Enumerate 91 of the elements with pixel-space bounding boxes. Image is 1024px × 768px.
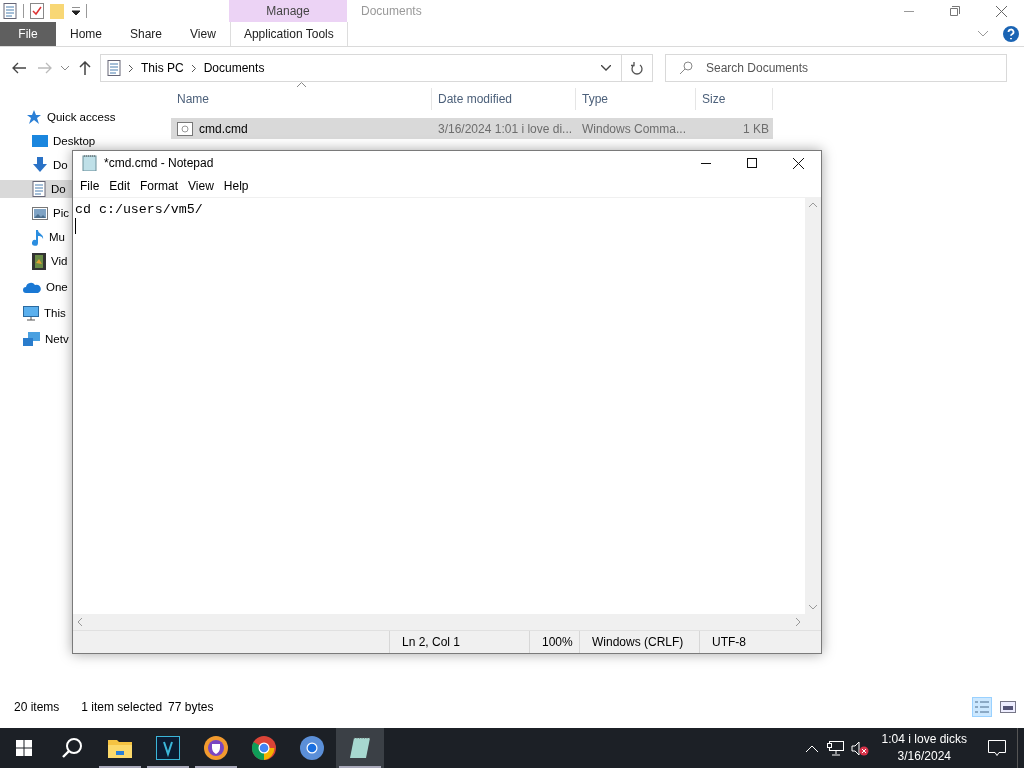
nav-item[interactable]: Mu <box>0 228 65 246</box>
nav-item[interactable]: Pic <box>0 204 69 222</box>
muted-speaker-icon[interactable] <box>850 740 869 756</box>
file-row[interactable]: cmd.cmd 3/16/2024 1:01 i love di... Windows Comma... 1 KB <box>171 118 773 139</box>
minimize-icon[interactable] <box>701 162 711 164</box>
dropdown-icon[interactable] <box>72 6 80 16</box>
chevron-up-icon[interactable] <box>805 744 818 752</box>
file-tab[interactable]: File <box>0 22 56 46</box>
nav-item[interactable]: One <box>0 278 68 296</box>
cloud-icon <box>23 281 41 293</box>
nav-item[interactable]: This <box>0 304 66 322</box>
restore-icon[interactable] <box>950 6 960 16</box>
menu-item[interactable]: File <box>75 179 105 193</box>
status-field: 100% <box>529 631 579 653</box>
ribbon-tab[interactable]: View <box>176 22 230 46</box>
down-arrow-icon <box>32 157 48 173</box>
clock-date[interactable]: 3/16/2024 <box>897 748 951 765</box>
text-line: cd c:/users/vm5/ <box>75 202 203 217</box>
selection-size: 77 bytes <box>168 700 214 714</box>
column-header[interactable]: Size <box>696 88 773 110</box>
menu-item[interactable]: Format <box>135 179 184 193</box>
nav-item[interactable]: Desktop <box>0 132 96 150</box>
notepad-icon <box>348 736 372 760</box>
search-icon <box>679 61 693 75</box>
v-app-icon <box>156 736 180 760</box>
item-count: 20 items <box>14 700 60 714</box>
window-title: *cmd.cmd - Notepad <box>104 156 214 170</box>
nav-item[interactable]: Vid <box>0 252 68 270</box>
file-name: cmd.cmd <box>199 121 248 136</box>
back-arrow-icon[interactable] <box>12 62 26 74</box>
chevron-down-icon[interactable] <box>601 65 611 71</box>
network-icon <box>23 331 40 347</box>
selection-info: 1 item selected <box>81 700 163 714</box>
column-header[interactable]: Date modified <box>432 88 576 110</box>
text-cursor <box>75 218 76 234</box>
desktop-icon <box>32 134 48 148</box>
clock-time[interactable]: 1:04 i love dicks <box>881 731 967 748</box>
taskbar-app-button[interactable] <box>336 728 384 768</box>
nav-item[interactable]: Netv <box>0 330 69 348</box>
folder-icon <box>108 738 132 758</box>
document-icon <box>107 60 121 76</box>
nav-item[interactable]: Do <box>0 156 68 174</box>
chevron-right-icon <box>191 64 196 72</box>
details-view-icon <box>974 700 990 714</box>
monitor-icon <box>23 305 39 321</box>
thumbnail-view-icon <box>1000 701 1016 713</box>
nav-item[interactable]: Do <box>0 180 72 198</box>
breadcrumb-item[interactable]: Documents <box>203 61 265 75</box>
sort-up-icon <box>297 82 306 87</box>
table-cell-text: 1 KB <box>742 121 770 136</box>
star-icon <box>26 109 42 125</box>
browser-icon <box>252 736 276 760</box>
picture-icon <box>32 206 48 220</box>
status-field: Windows (CRLF) <box>579 631 699 653</box>
notepad-icon <box>82 155 98 171</box>
film-icon <box>32 252 46 270</box>
notification-icon[interactable] <box>988 739 1006 757</box>
help-icon[interactable] <box>1003 26 1019 42</box>
window-title: Documents <box>360 3 423 20</box>
column-header[interactable]: Type <box>576 88 696 110</box>
network-icon[interactable] <box>827 740 845 756</box>
menu-item[interactable]: Edit <box>104 179 136 193</box>
table-cell-text: Windows Comma... <box>581 121 688 136</box>
shield-icon <box>204 736 228 760</box>
browser-icon <box>300 736 324 760</box>
refresh-icon[interactable] <box>631 61 643 75</box>
properties-icon[interactable] <box>3 3 17 19</box>
column-header[interactable]: Name <box>171 88 432 110</box>
context-tab-header: Manage <box>229 0 347 22</box>
search-icon <box>61 737 83 759</box>
close-icon[interactable] <box>792 157 804 169</box>
menu-item[interactable]: View <box>183 179 219 193</box>
file-icon <box>177 121 193 136</box>
windows-logo-icon <box>16 740 32 756</box>
text-editor[interactable]: cd c:/users/vm5/ <box>73 198 805 614</box>
breadcrumb-item[interactable]: This PC <box>141 61 184 75</box>
ribbon-tab[interactable]: Home <box>56 22 116 46</box>
menu-item[interactable]: Help <box>218 179 254 193</box>
document-icon <box>32 181 46 197</box>
music-note-icon <box>32 228 44 246</box>
address-bar[interactable]: This PC Documents <box>100 54 653 82</box>
chevron-right-icon <box>129 64 133 72</box>
checklist-icon[interactable] <box>30 3 44 19</box>
ribbon-tab[interactable]: Share <box>116 22 177 46</box>
status-field: Ln 2, Col 1 <box>389 631 529 653</box>
search-field[interactable]: Search Documents <box>665 54 1007 82</box>
table-cell-text: 3/16/2024 1:01 i love di... <box>437 121 574 136</box>
up-arrow-icon[interactable] <box>79 61 91 75</box>
maximize-icon[interactable] <box>747 158 757 168</box>
status-field: UTF-8 <box>699 631 807 653</box>
nav-item[interactable]: Quick access <box>0 108 116 126</box>
